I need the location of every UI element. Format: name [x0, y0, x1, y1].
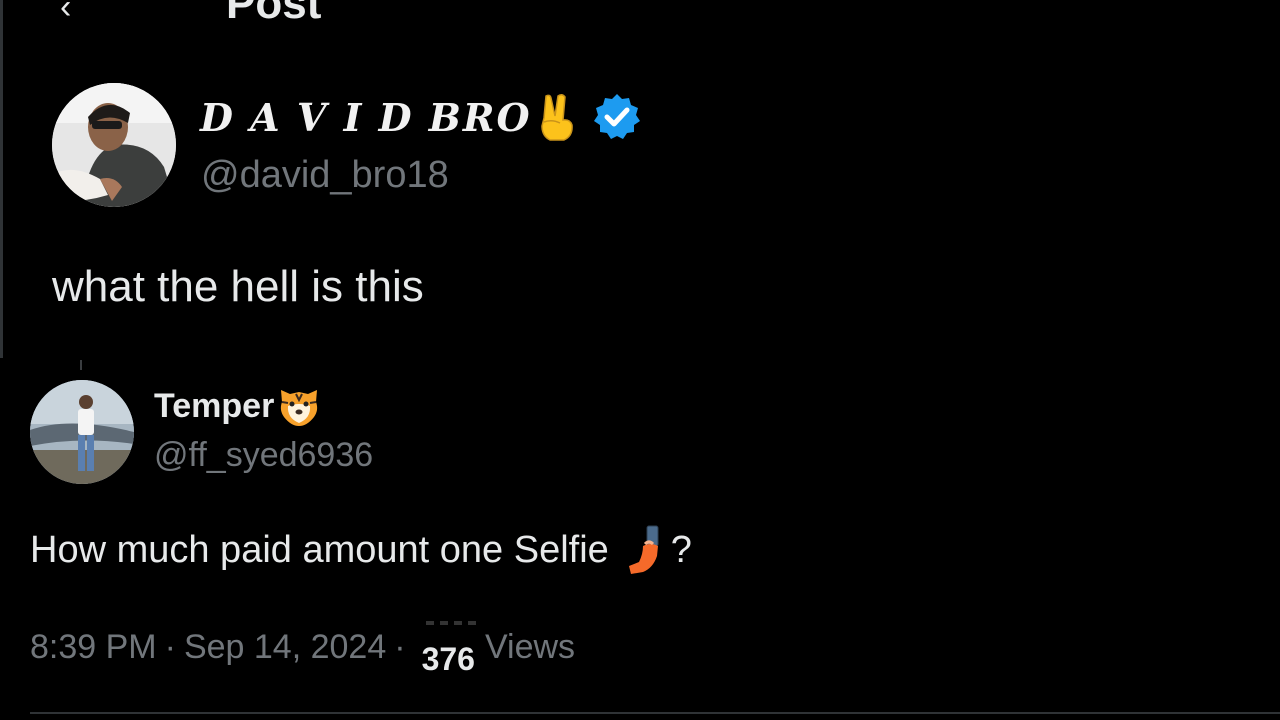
count-animation-ghost — [425, 620, 482, 625]
reply-name-row: Temper — [154, 382, 322, 430]
avatar[interactable] — [52, 83, 176, 207]
reply-user-handle[interactable]: @ff_syed6936 — [154, 436, 373, 475]
verified-badge-icon[interactable] — [592, 92, 642, 142]
reply-display-name[interactable]: Temper — [154, 387, 274, 426]
reply-text: How much paid amount one Selfie — [30, 528, 609, 571]
tiger-face-emoji-icon — [276, 384, 322, 428]
reply-text-suffix: ? — [670, 528, 692, 571]
display-name[interactable]: D A V I D BRO — [200, 95, 532, 140]
reply-text-row: How much paid amount one Selfie ? — [30, 524, 692, 576]
post-screen: ‹ Post D A V I D BRO @david_bro18 what t… — [0, 0, 1280, 720]
post-time[interactable]: 8:39 PM — [30, 628, 157, 667]
post-date[interactable]: Sep 14, 2024 — [184, 628, 386, 667]
divider — [30, 712, 1280, 714]
panel-border — [0, 0, 3, 358]
victory-hand-emoji-icon — [536, 92, 578, 142]
post-metadata: 8:39 PM · Sep 14, 2024 · 376 Views — [30, 620, 575, 677]
display-name-row: D A V I D BRO — [200, 92, 642, 142]
views-count-wrap: 376 — [421, 620, 482, 678]
page-title: Post — [226, 0, 322, 28]
meta-separator: · — [394, 627, 406, 666]
meta-separator: · — [164, 627, 176, 666]
selfie-emoji-icon — [625, 524, 669, 576]
original-post-panel: ‹ Post D A V I D BRO @david_bro18 what t… — [0, 0, 1280, 358]
views-label[interactable]: Views — [485, 628, 575, 667]
back-arrow-icon[interactable]: ‹ — [60, 0, 71, 24]
avatar[interactable] — [30, 380, 134, 484]
post-text: what the hell is this — [52, 262, 424, 311]
user-handle[interactable]: @david_bro18 — [201, 154, 449, 197]
thread-connector — [80, 360, 82, 370]
views-count: 376 — [421, 640, 475, 677]
